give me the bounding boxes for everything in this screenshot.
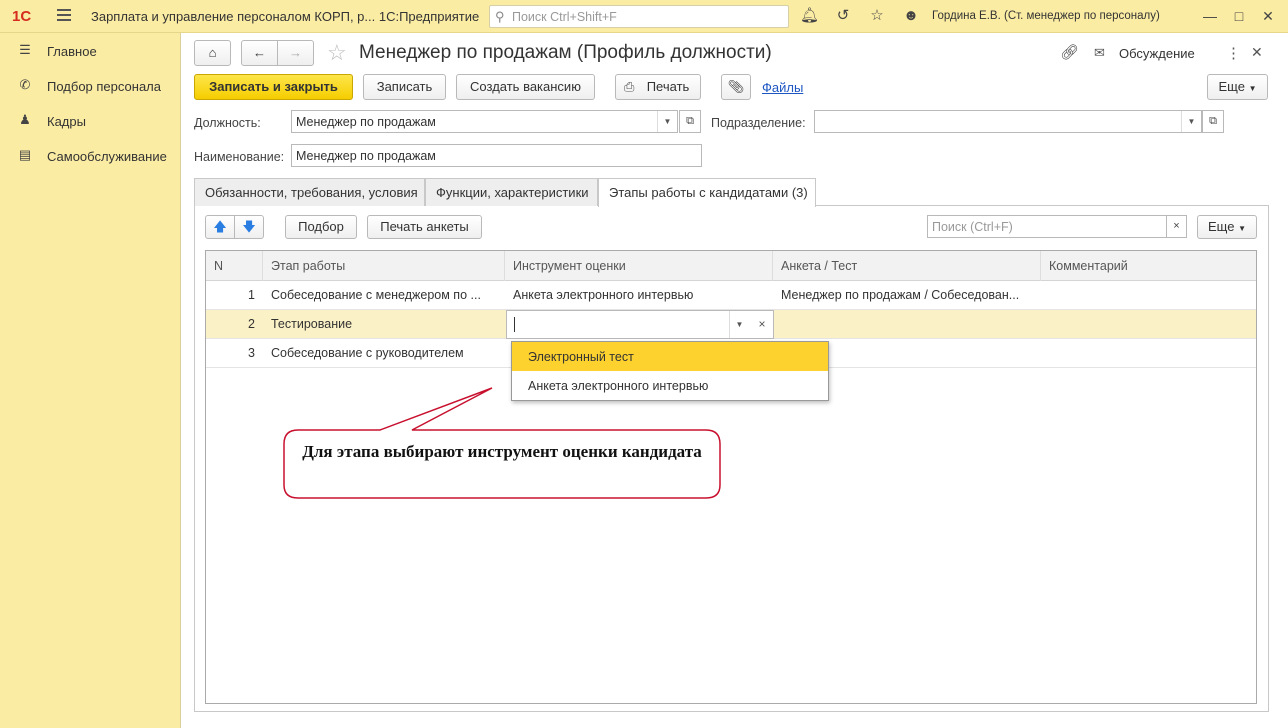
- tool-dropdown-list[interactable]: Электронный тест Анкета электронного инт…: [511, 341, 829, 401]
- dropdown-option-interview-form[interactable]: Анкета электронного интервью: [512, 371, 828, 400]
- dropdown-option-electronic-test[interactable]: Электронный тест: [512, 342, 828, 371]
- callout-text: Для этапа выбирают инструмент оценки кан…: [302, 442, 702, 461]
